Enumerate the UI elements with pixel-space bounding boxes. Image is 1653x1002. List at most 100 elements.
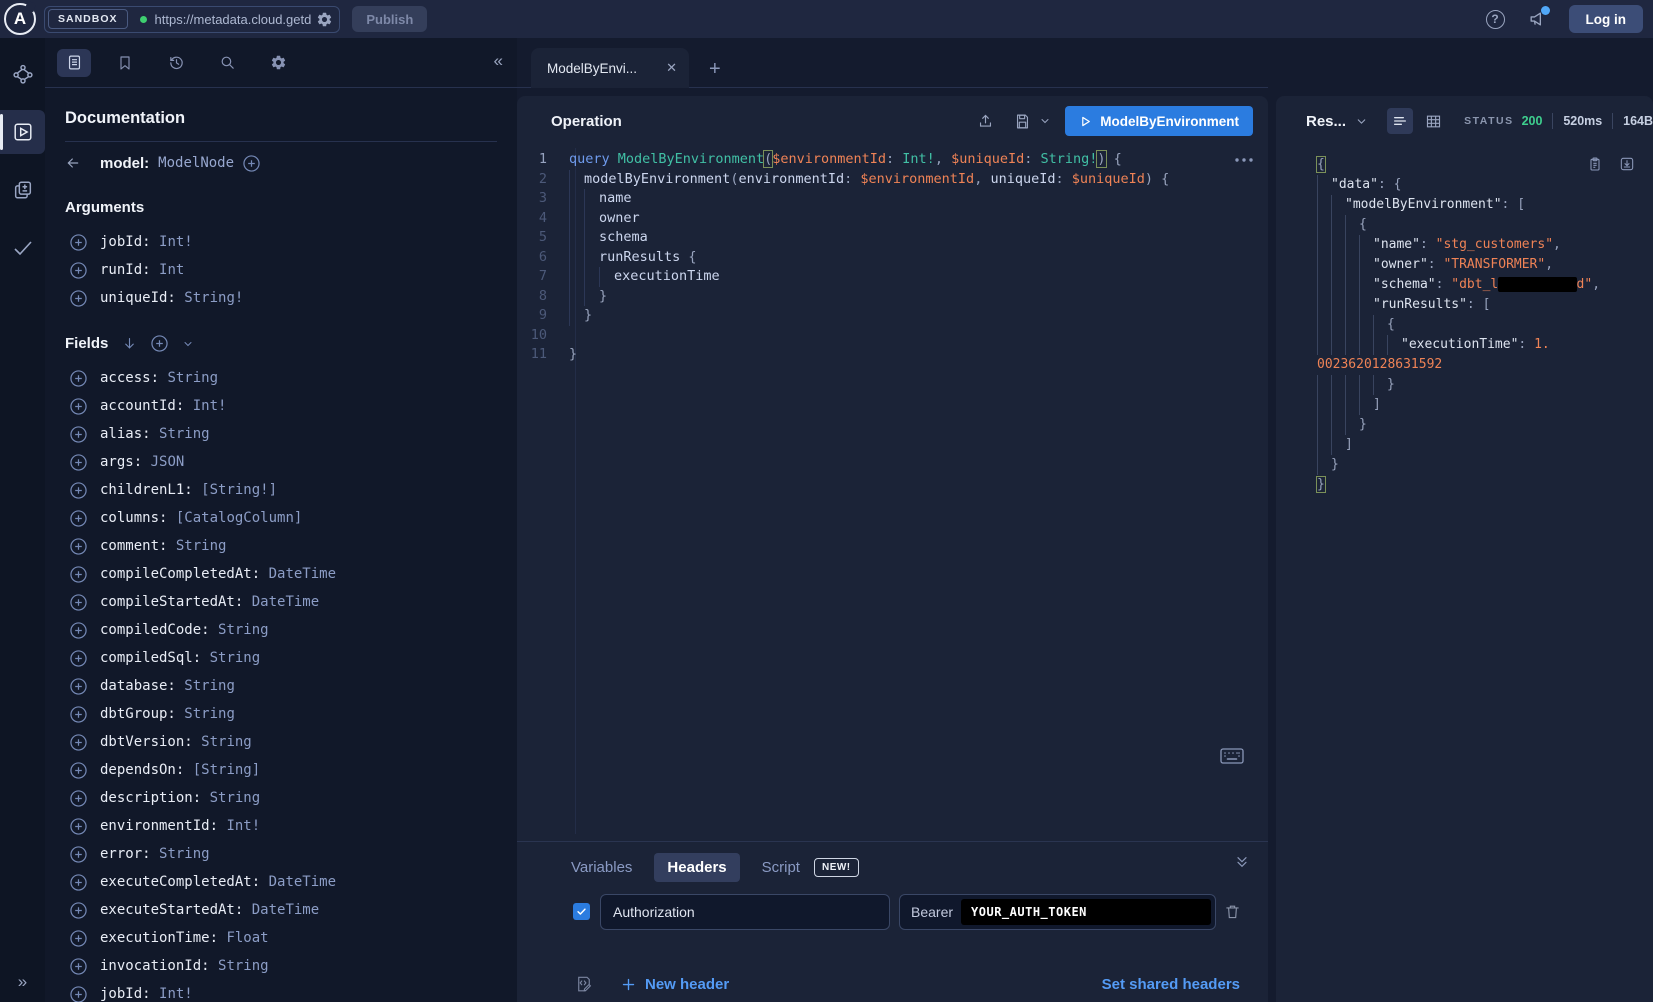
doc-field-row[interactable]: dbtGroup: String <box>65 700 497 728</box>
breadcrumb-type-name[interactable]: ModelNode <box>158 155 234 171</box>
save-operation-icon[interactable] <box>1014 113 1031 130</box>
help-icon[interactable]: ? <box>1486 10 1505 29</box>
code-line[interactable]: 5schema <box>517 228 1268 248</box>
doc-field-row[interactable]: comment: String <box>65 532 497 560</box>
add-field-icon[interactable] <box>70 566 87 583</box>
doc-field-row[interactable]: description: String <box>65 784 497 812</box>
fields-options-chevron-icon[interactable] <box>182 338 194 350</box>
doc-field-row[interactable]: accountId: Int! <box>65 392 497 420</box>
run-operation-button[interactable]: ModelByEnvironment <box>1065 106 1253 136</box>
code-line[interactable]: "data": { <box>1317 175 1645 195</box>
view-raw-button[interactable] <box>1387 108 1413 134</box>
code-line[interactable]: { <box>1317 155 1645 175</box>
code-line[interactable]: { <box>1317 315 1645 335</box>
add-field-icon[interactable] <box>70 538 87 555</box>
doc-field-row[interactable]: childrenL1: [String!] <box>65 476 497 504</box>
add-field-icon[interactable] <box>70 510 87 527</box>
edit-headers-file-icon[interactable] <box>575 975 593 993</box>
tab-settings[interactable] <box>261 49 295 77</box>
add-field-icon[interactable] <box>70 706 87 723</box>
code-line[interactable]: ] <box>1317 435 1645 455</box>
add-field-icon[interactable] <box>70 594 87 611</box>
response-title[interactable]: Res... <box>1306 113 1346 130</box>
add-field-icon[interactable] <box>70 734 87 751</box>
doc-field-row[interactable]: executeCompletedAt: DateTime <box>65 868 497 896</box>
code-line[interactable]: 3name <box>517 189 1268 209</box>
doc-field-row[interactable]: compileStartedAt: DateTime <box>65 588 497 616</box>
add-field-icon[interactable] <box>70 846 87 863</box>
doc-field-row[interactable]: runId: Int <box>65 256 497 284</box>
expand-rail-button[interactable]: » <box>0 972 45 992</box>
add-field-icon[interactable] <box>70 650 87 667</box>
sort-fields-icon[interactable] <box>122 336 137 351</box>
add-field-icon[interactable] <box>70 678 87 695</box>
add-field-icon[interactable] <box>70 262 87 279</box>
code-line[interactable]: "modelByEnvironment": [ <box>1317 195 1645 215</box>
add-field-icon[interactable] <box>70 762 87 779</box>
code-line[interactable]: "name": "stg_customers", <box>1317 235 1645 255</box>
doc-field-row[interactable]: invocationId: String <box>65 952 497 980</box>
code-line[interactable]: { <box>1317 215 1645 235</box>
code-line[interactable]: "executionTime": 1. <box>1317 335 1645 355</box>
doc-field-row[interactable]: executeStartedAt: DateTime <box>65 896 497 924</box>
code-line[interactable]: 8} <box>517 287 1268 307</box>
endpoint-settings-gear-icon[interactable] <box>316 11 333 28</box>
view-table-button[interactable] <box>1421 108 1447 134</box>
delete-header-button[interactable] <box>1224 903 1241 920</box>
doc-field-row[interactable]: dbtVersion: String <box>65 728 497 756</box>
operation-editor[interactable]: 1query ModelByEnvironment($environmentId… <box>517 150 1268 365</box>
code-line[interactable]: 6runResults { <box>517 248 1268 268</box>
doc-field-row[interactable]: executionTime: Float <box>65 924 497 952</box>
doc-field-row[interactable]: alias: String <box>65 420 497 448</box>
nav-checklist-item[interactable] <box>0 226 45 270</box>
tab-variables[interactable]: Variables <box>571 859 632 876</box>
set-shared-headers-button[interactable]: Set shared headers <box>1102 976 1240 993</box>
new-header-button[interactable]: New header <box>621 976 729 993</box>
doc-field-row[interactable]: environmentId: Int! <box>65 812 497 840</box>
doc-field-row[interactable]: compiledSql: String <box>65 644 497 672</box>
header-value-field[interactable]: Bearer YOUR_AUTH_TOKEN <box>899 894 1216 930</box>
login-button[interactable]: Log in <box>1569 5 1644 33</box>
doc-field-row[interactable]: access: String <box>65 364 497 392</box>
doc-field-row[interactable]: uniqueId: String! <box>65 284 497 312</box>
doc-field-row[interactable]: jobId: Int! <box>65 980 497 1002</box>
code-line[interactable]: } <box>1317 455 1645 475</box>
code-line[interactable]: } <box>1317 475 1645 495</box>
new-tab-button[interactable]: + <box>709 59 721 79</box>
collapse-bottom-panel-button[interactable] <box>1234 854 1250 870</box>
code-line[interactable]: ] <box>1317 395 1645 415</box>
doc-field-row[interactable]: error: String <box>65 840 497 868</box>
tab-bookmarks[interactable] <box>108 49 142 77</box>
header-enabled-checkbox[interactable] <box>573 903 590 920</box>
save-dropdown-chevron-icon[interactable] <box>1039 115 1051 127</box>
add-field-icon[interactable] <box>70 790 87 807</box>
add-field-icon[interactable] <box>70 454 87 471</box>
doc-field-row[interactable]: columns: [CatalogColumn] <box>65 504 497 532</box>
back-arrow-icon[interactable] <box>65 155 81 171</box>
code-line[interactable]: } <box>1317 375 1645 395</box>
add-field-icon[interactable] <box>70 482 87 499</box>
tab-history[interactable] <box>159 49 193 77</box>
tab-headers[interactable]: Headers <box>654 853 739 882</box>
doc-field-row[interactable]: compiledCode: String <box>65 616 497 644</box>
add-field-icon[interactable] <box>70 818 87 835</box>
response-dropdown-chevron-icon[interactable] <box>1355 115 1368 128</box>
tab-search[interactable] <box>210 49 244 77</box>
code-line[interactable]: "schema": "dbt_l d", <box>1317 275 1645 295</box>
add-field-icon[interactable] <box>70 426 87 443</box>
collapse-docs-button[interactable]: « <box>494 51 503 71</box>
doc-field-row[interactable]: dependsOn: [String] <box>65 756 497 784</box>
keyboard-shortcuts-icon[interactable] <box>1220 748 1244 764</box>
nav-schema-item[interactable] <box>0 52 45 96</box>
header-key-input[interactable] <box>600 894 890 930</box>
code-line[interactable]: 11} <box>517 345 1268 365</box>
doc-field-row[interactable]: args: JSON <box>65 448 497 476</box>
add-field-icon[interactable] <box>70 986 87 1002</box>
add-field-icon[interactable] <box>70 874 87 891</box>
share-operation-icon[interactable] <box>977 113 994 130</box>
add-all-fields-button[interactable] <box>151 335 168 352</box>
add-field-icon[interactable] <box>70 902 87 919</box>
code-line[interactable]: "owner": "TRANSFORMER", <box>1317 255 1645 275</box>
doc-field-row[interactable]: database: String <box>65 672 497 700</box>
code-line[interactable]: 4owner <box>517 209 1268 229</box>
